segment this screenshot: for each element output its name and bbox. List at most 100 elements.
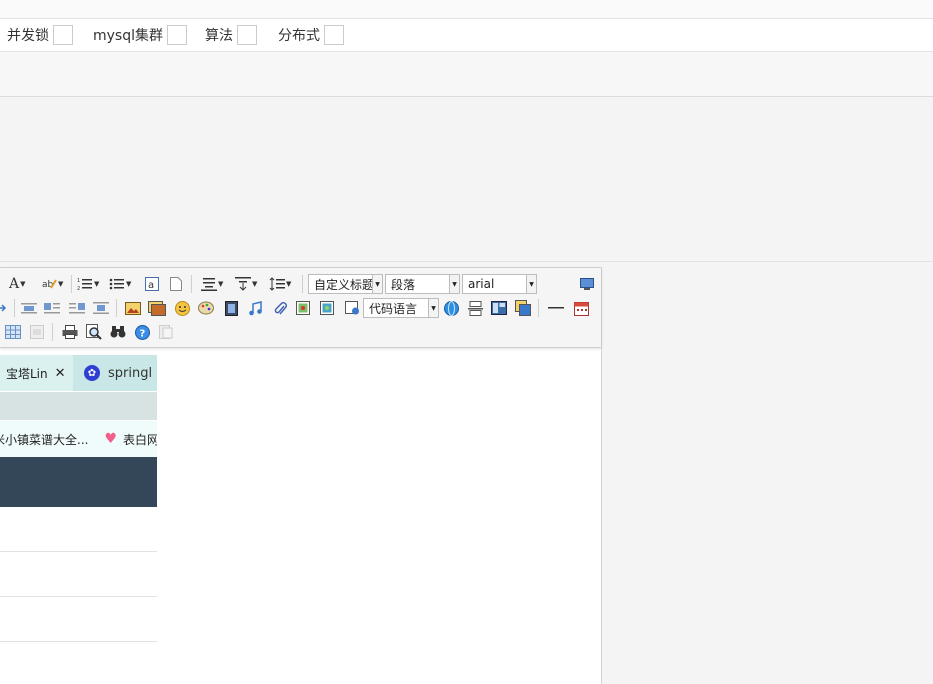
attachment-button[interactable]	[271, 298, 289, 318]
insert-table-button[interactable]	[4, 322, 22, 342]
top-strip	[0, 0, 933, 19]
custom-title-value: 自定义标题	[314, 277, 374, 292]
tag-label: 分布式	[278, 28, 320, 44]
site-header	[0, 457, 157, 507]
paperclip-icon	[274, 301, 287, 314]
toolbar-separator	[52, 323, 53, 341]
tab-title: springl	[108, 365, 153, 381]
line-height-button[interactable]: ▼	[269, 274, 291, 294]
tag-checkbox[interactable]	[237, 25, 257, 45]
font-color-button[interactable]: A ▼	[9, 274, 26, 294]
font-color-icon: A	[9, 276, 20, 292]
magnifier-icon	[86, 324, 102, 340]
tag-label: mysql集群	[93, 28, 163, 44]
pasteplain-button[interactable]	[167, 274, 185, 294]
custom-title-select[interactable]: 自定义标题 ▼	[308, 274, 383, 294]
help-button[interactable]: ?	[133, 322, 151, 342]
fullscreen-button[interactable]	[578, 274, 596, 294]
image-left-button[interactable]	[43, 298, 61, 318]
table-icon	[5, 325, 21, 339]
svg-text:a: a	[148, 280, 154, 291]
font-family-select[interactable]: arial ▼	[462, 274, 537, 294]
at-icon: a	[145, 277, 159, 291]
drafts-icon	[159, 325, 173, 339]
page-icon	[170, 277, 182, 291]
browser-tab-active[interactable]: 宝塔Lin ✕	[0, 355, 73, 391]
paragraph-select[interactable]: 段落 ▼	[385, 274, 460, 294]
chevron-down-icon: ▼	[428, 299, 438, 317]
row-spacing-bottom-button[interactable]: ▼	[235, 274, 257, 294]
ordered-list-icon: 12	[77, 278, 92, 291]
template-icon	[491, 301, 507, 315]
image-center-button[interactable]	[92, 298, 110, 318]
close-icon[interactable]: ✕	[55, 366, 66, 381]
horizontal-line-icon	[548, 307, 564, 309]
drafts-button[interactable]	[157, 322, 175, 342]
font-family-value: arial	[468, 277, 495, 291]
image-align-none-icon	[21, 303, 37, 314]
browser-tab-bar: 宝塔Lin ✕ ✿ springl	[0, 355, 157, 391]
preview-button[interactable]	[85, 322, 103, 342]
image-none-button[interactable]	[20, 298, 38, 318]
horizontal-rule-button[interactable]	[547, 298, 565, 318]
toolbar-separator	[538, 299, 539, 317]
blockquote-button[interactable]: a	[143, 274, 161, 294]
list-item	[0, 642, 157, 683]
indent-button[interactable]	[0, 298, 9, 318]
bookmarks-bar: 米小镇菜谱大全... ♥ 表白网	[0, 421, 157, 457]
insert-image-button[interactable]	[148, 298, 166, 318]
search-replace-button[interactable]	[109, 322, 127, 342]
date-button[interactable]	[572, 298, 590, 318]
svg-text:2: 2	[77, 286, 80, 291]
images-icon	[148, 300, 166, 316]
delete-table-button[interactable]	[28, 322, 46, 342]
globe-icon	[443, 300, 459, 316]
row-spacing-top-button[interactable]: ▼	[201, 274, 223, 294]
tag-distributed[interactable]: 分布式	[278, 19, 344, 51]
printer-icon	[62, 325, 78, 339]
page-break-button[interactable]	[466, 298, 484, 318]
background-color-button[interactable]: ab ▼	[41, 274, 63, 294]
background-button[interactable]	[514, 298, 532, 318]
tag-bingfasuo[interactable]: 并发锁	[7, 19, 73, 51]
align-icon	[201, 278, 217, 291]
unordered-list-button[interactable]: ▼	[109, 274, 131, 294]
help-icon: ?	[134, 324, 150, 340]
form-spacer	[0, 97, 933, 262]
emotion-button[interactable]	[173, 298, 191, 318]
bookmark-item[interactable]: 米小镇菜谱大全...	[0, 431, 88, 448]
insert-frame-button[interactable]	[343, 298, 361, 318]
bookmark-item[interactable]: 表白网	[123, 431, 157, 448]
tag-algorithm[interactable]: 算法	[205, 19, 257, 51]
embedded-screenshot: 宝塔Lin ✕ ✿ springl 米小镇菜谱大全... ♥ 表白网	[0, 355, 157, 683]
svg-text:1: 1	[77, 278, 80, 284]
map-button[interactable]	[294, 298, 312, 318]
list-item	[0, 507, 157, 552]
monitor-icon	[580, 277, 594, 290]
tag-checkbox[interactable]	[53, 25, 73, 45]
tab-title: 宝塔Lin	[6, 366, 48, 381]
gmap-button[interactable]	[318, 298, 336, 318]
picture-icon	[125, 301, 141, 315]
toolbar-separator	[14, 299, 15, 317]
ordered-list-button[interactable]: 1 2 ▼	[77, 274, 99, 294]
page-break-icon	[467, 300, 483, 316]
print-button[interactable]	[61, 322, 79, 342]
editor-toolbar: A ▼ ab ▼ 1 2 ▼ ▼ a ▼ ▼ ▼ 自定义标题 ▼ 段落 ▼ ar…	[0, 268, 601, 348]
template-button[interactable]	[490, 298, 508, 318]
tag-checkbox[interactable]	[324, 25, 344, 45]
table-delete-icon	[30, 325, 44, 339]
music-button[interactable]	[246, 298, 264, 318]
tag-checkbox[interactable]	[167, 25, 187, 45]
code-language-select[interactable]: 代码语言 ▼	[363, 298, 439, 318]
scrawl-button[interactable]	[197, 298, 215, 318]
arrow-icon	[0, 304, 7, 312]
code-language-value: 代码语言	[369, 301, 418, 316]
insert-video-button[interactable]	[222, 298, 240, 318]
simple-upload-button[interactable]	[124, 298, 142, 318]
browser-tab[interactable]: ✿ springl	[84, 355, 152, 391]
film-icon	[224, 300, 238, 316]
web-app-button[interactable]	[442, 298, 460, 318]
tag-mysql-cluster[interactable]: mysql集群	[93, 19, 187, 51]
image-right-button[interactable]	[68, 298, 86, 318]
